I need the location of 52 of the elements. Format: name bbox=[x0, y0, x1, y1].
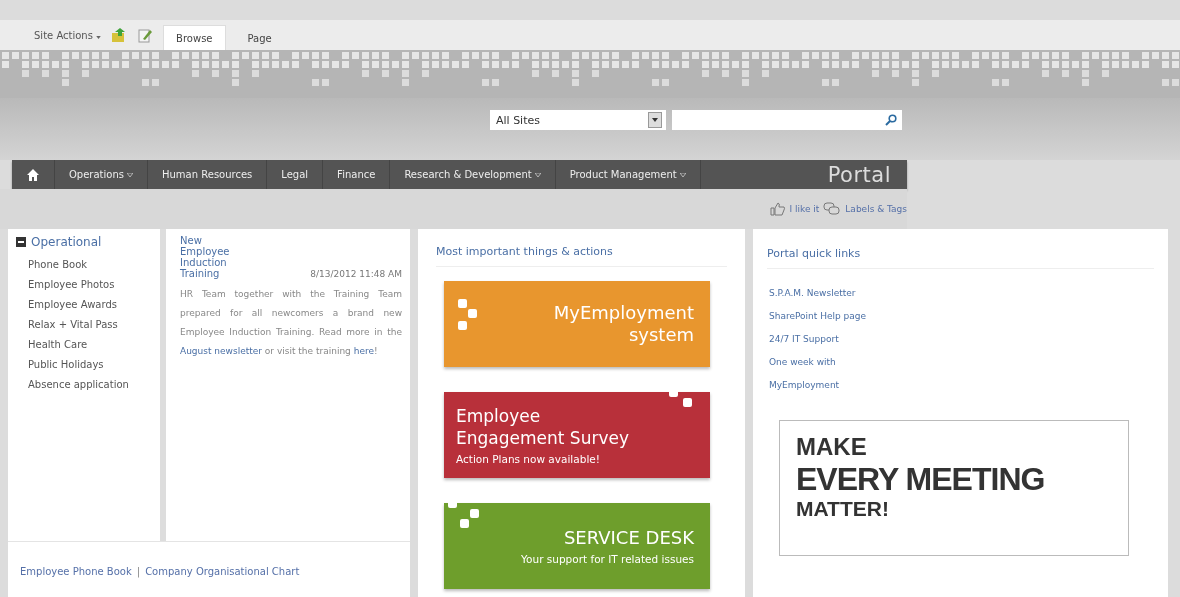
sidebar-item[interactable]: Employee Awards bbox=[16, 295, 152, 315]
sidebar-heading[interactable]: Operational bbox=[31, 235, 102, 249]
sidebar-item[interactable]: Employee Photos bbox=[16, 275, 152, 295]
scope-dropdown[interactable]: All Sites bbox=[490, 110, 666, 130]
poster-text: MAKE bbox=[796, 433, 868, 461]
sidebar-item[interactable]: Phone Book bbox=[16, 255, 152, 275]
dots-icon bbox=[458, 299, 477, 330]
home-icon[interactable] bbox=[27, 168, 39, 181]
news-body: HR Team together with the Training Team prepared for all newcomers a brand new Employee Induction Training. Read more in the August newsletter or visit the training here! bbox=[180, 288, 402, 358]
ribbon-tab[interactable]: Page bbox=[235, 26, 284, 50]
meeting-poster[interactable]: MAKE EVERY MEETING MATTER! bbox=[779, 420, 1129, 556]
search-field[interactable] bbox=[672, 110, 902, 130]
labels-tags-link[interactable]: Labels & Tags bbox=[845, 204, 907, 214]
panel-heading: Most important things & actions bbox=[436, 245, 727, 267]
footer-link[interactable]: Company Organisational Chart bbox=[145, 565, 300, 577]
edit-icon[interactable] bbox=[137, 27, 154, 43]
sidebar-item[interactable]: Health Care bbox=[16, 335, 152, 355]
tile-subtitle: Your support for IT related issues bbox=[521, 553, 694, 565]
caret-icon bbox=[96, 35, 102, 39]
site-actions-menu[interactable]: Site Actions bbox=[34, 29, 102, 41]
quick-link[interactable]: 24/7 IT Support bbox=[769, 334, 839, 344]
tile-title: MyEmployment system bbox=[552, 302, 694, 346]
search-icon[interactable] bbox=[885, 114, 897, 126]
tile-subtitle: Action Plans now available! bbox=[456, 453, 600, 465]
caret-icon bbox=[127, 172, 133, 177]
sidebar-item[interactable]: Relax + Vital Pass bbox=[16, 315, 152, 335]
poster-text: MATTER! bbox=[796, 497, 890, 521]
quick-link[interactable]: S.P.A.M. Newsletter bbox=[769, 288, 856, 298]
sidebar-item[interactable]: Absence application bbox=[16, 375, 152, 395]
speech-bubbles-icon[interactable] bbox=[823, 202, 842, 216]
tile-title: Employee Engagement Survey bbox=[456, 405, 630, 449]
quick-link[interactable]: MyEmployment bbox=[769, 380, 840, 390]
news-link[interactable]: August newsletter bbox=[180, 346, 262, 356]
tile-title: SERVICE DESK bbox=[563, 527, 694, 549]
thumbs-up-icon[interactable] bbox=[769, 202, 786, 216]
sidebar-item[interactable]: Public Holidays bbox=[16, 355, 152, 375]
news-link[interactable]: here bbox=[353, 346, 374, 356]
quick-link[interactable]: One week with bbox=[769, 357, 836, 367]
news-title[interactable]: New Employee Induction Training bbox=[180, 235, 254, 279]
collapse-icon[interactable] bbox=[16, 237, 26, 247]
separator: | bbox=[136, 565, 141, 577]
caret-icon bbox=[679, 172, 686, 177]
quick-link[interactable]: SharePoint Help page bbox=[769, 311, 867, 321]
news-date: 8/13/2012 11:48 AM bbox=[310, 269, 402, 279]
like-link[interactable]: I like it bbox=[789, 204, 820, 214]
caret-icon bbox=[652, 118, 658, 122]
portal-title: Portal bbox=[827, 162, 892, 187]
footer-link[interactable]: Employee Phone Book bbox=[20, 565, 132, 577]
ribbon-tab[interactable]: Browse bbox=[163, 25, 226, 50]
panel-heading: Portal quick links bbox=[767, 247, 1154, 269]
poster-text: EVERY MEETING bbox=[796, 461, 1046, 497]
caret-icon bbox=[534, 172, 541, 177]
